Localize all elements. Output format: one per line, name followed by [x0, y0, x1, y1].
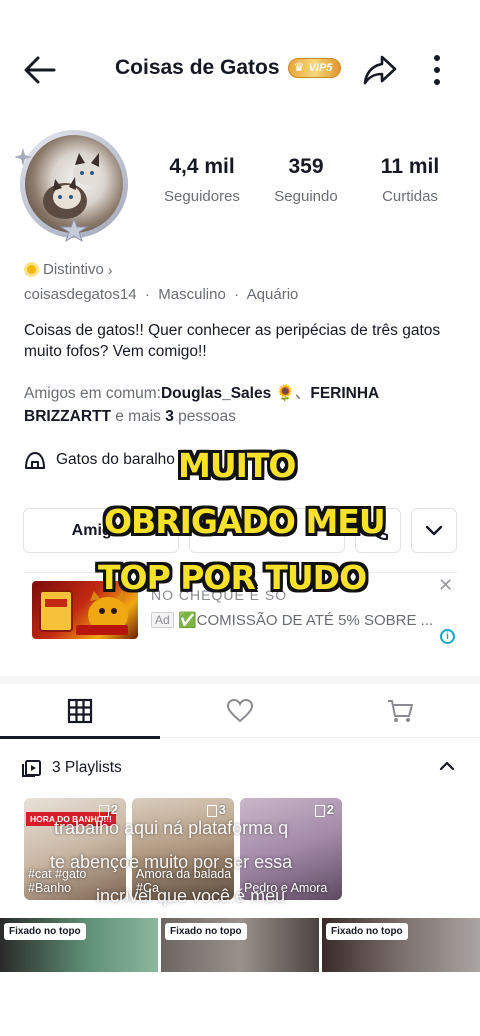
back-button[interactable]	[20, 50, 60, 90]
sparkle-icon	[14, 148, 32, 166]
more-vertical-icon	[434, 55, 440, 85]
message-button[interactable]	[189, 508, 345, 553]
ad-tag: Ad	[151, 612, 174, 628]
profile-actions: Amigos	[23, 508, 457, 554]
profile-meta: coisasdegatos14 · Masculino · Aquário	[24, 286, 298, 303]
playlist-video-count: 3	[206, 802, 226, 817]
top-bar: Coisas de Gatos VIP5	[0, 0, 480, 140]
playlist-icon	[22, 760, 41, 777]
playlist-card[interactable]: 3 Amora da balada #Ca	[132, 798, 234, 900]
mutual-friends-separator: 、	[294, 385, 311, 402]
gender: Masculino	[158, 286, 226, 303]
tab-liked[interactable]	[160, 684, 320, 738]
page-title: Coisas de Gatos	[115, 56, 280, 79]
playlists-header[interactable]: 3 Playlists	[22, 756, 460, 780]
video-thumbnail[interactable]: Fixado no topo	[161, 918, 319, 972]
friends-button-label: Amigos	[71, 521, 131, 539]
following-stat[interactable]: 359 Seguindo	[254, 155, 358, 205]
likes-label: Curtidas	[382, 188, 438, 205]
profile-stats: 4,4 mil Seguidores 359 Seguindo 11 mil C…	[150, 155, 470, 205]
pinned-badge: Fixado no topo	[165, 923, 247, 940]
profile-title-group: Coisas de Gatos VIP5	[115, 56, 342, 80]
chevron-up-icon[interactable]	[438, 756, 456, 776]
username: coisasdegatos14	[24, 286, 137, 303]
cart-icon	[388, 700, 413, 722]
ad-image[interactable]	[32, 581, 138, 639]
chevron-down-icon	[425, 525, 443, 535]
mutual-friends-more-suffix: pessoas	[173, 408, 236, 425]
playlist-video-count: 2	[98, 802, 118, 817]
showcase-link[interactable]: Gatos do baralho	[24, 450, 175, 470]
profile-bio: Coisas de gatos!! Quer conhecer as perip…	[24, 322, 441, 360]
star-icon	[60, 218, 88, 242]
add-friend-button[interactable]	[355, 508, 401, 553]
mutual-friends-more-prefix: e mais	[110, 408, 166, 425]
likes-count: 11 mil	[380, 155, 440, 178]
share-arrow-icon	[363, 55, 397, 85]
heart-icon	[226, 698, 254, 723]
followers-count: 4,4 mil	[169, 155, 235, 178]
showcase-label: Gatos do baralho	[56, 451, 175, 468]
pinned-badge: Fixado no topo	[326, 923, 408, 940]
badge-label: Distintivo	[43, 261, 104, 278]
meta-dot: ·	[140, 286, 155, 303]
close-icon[interactable]: ✕	[438, 575, 453, 596]
chevron-right-icon: ›	[107, 261, 113, 278]
mutual-friends[interactable]: Amigos em comum:Douglas_Sales 🌻、FERINHA …	[24, 382, 464, 428]
ad-headline: NO CHEQUE E SÓ	[151, 587, 288, 603]
ad-text: ✅COMISSÃO DE ATÉ 5% SOBRE ...	[178, 612, 434, 629]
active-tab-indicator	[0, 736, 160, 739]
video-thumbnail[interactable]: Fixado no topo	[0, 918, 158, 972]
playlist-title: Pedro e Amora	[244, 881, 328, 895]
phone-icon	[369, 521, 388, 540]
video-grid: Fixado no topo Fixado no topo Fixado no …	[0, 918, 480, 972]
more-options-button[interactable]	[422, 52, 452, 90]
following-label: Seguindo	[274, 188, 338, 205]
ad-banner[interactable]: NO CHEQUE E SÓ Ad ✅COMISSÃO DE ATÉ 5% SO…	[24, 572, 458, 648]
playlist-video-count: 2	[314, 802, 334, 817]
playlist-title: #cat #gato #Banho	[28, 867, 87, 895]
friends-button[interactable]: Amigos	[23, 508, 179, 553]
mutual-friends-count: 3	[165, 408, 174, 425]
mutual-friends-prefix: Amigos em comum:	[24, 385, 161, 402]
pinned-badge: Fixado no topo	[4, 923, 86, 940]
content-tabs	[0, 684, 480, 739]
tab-videos[interactable]	[0, 684, 160, 739]
section-divider	[0, 676, 480, 684]
playlist-card[interactable]: 2 Pedro e Amora	[240, 798, 342, 900]
caption-line: MUITO	[178, 446, 296, 485]
info-icon[interactable]: i	[440, 629, 455, 644]
badge-icon	[24, 262, 39, 277]
grid-icon	[67, 698, 93, 724]
video-thumbnail[interactable]: Fixado no topo	[322, 918, 480, 972]
playlist-title: Amora da balada #Ca	[136, 867, 232, 895]
playlist-card[interactable]: HORA DO BANHO!!! 2 #cat #gato #Banho	[24, 798, 126, 900]
following-count: 359	[288, 155, 324, 178]
avatar[interactable]	[14, 130, 134, 242]
share-button[interactable]	[360, 50, 400, 90]
tab-shop[interactable]	[320, 684, 480, 738]
mutual-friend-1[interactable]: Douglas_Sales 🌻	[161, 385, 295, 402]
followers-stat[interactable]: 4,4 mil Seguidores	[150, 155, 254, 205]
meta-dot: ·	[229, 286, 244, 303]
shop-dome-icon	[25, 452, 45, 469]
zodiac-sign: Aquário	[246, 286, 299, 303]
playlists-count-label: 3 Playlists	[52, 759, 122, 776]
vip-badge[interactable]: VIP5	[287, 58, 342, 78]
followers-label: Seguidores	[164, 188, 240, 205]
more-actions-dropdown[interactable]	[411, 508, 457, 553]
badge-link[interactable]: Distintivo ›	[24, 261, 113, 278]
likes-stat[interactable]: 11 mil Curtidas	[358, 155, 462, 205]
arrow-left-icon	[24, 56, 56, 84]
